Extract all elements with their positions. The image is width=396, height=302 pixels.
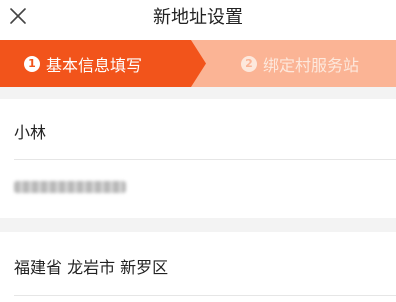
page-title: 新地址设置 xyxy=(153,7,243,28)
step-label: 基本信息填写 xyxy=(46,55,143,75)
divider xyxy=(14,295,396,296)
phone-value-redacted xyxy=(14,181,126,193)
step-progress-bar: 1 基本信息填写 2 绑定村服务站 xyxy=(0,40,396,87)
step-label: 绑定村服务站 xyxy=(263,55,360,75)
step-basic-info: 1 基本信息填写 xyxy=(24,40,142,87)
region-selector[interactable]: 福建省 龙岩市 新罗区 xyxy=(0,232,396,302)
name-value: 小林 xyxy=(14,123,47,142)
step-number-badge: 1 xyxy=(24,55,40,72)
step-number-badge: 2 xyxy=(241,55,257,72)
section-gap xyxy=(0,87,396,99)
top-bar: 新地址设置 xyxy=(0,0,396,40)
name-field[interactable]: 小林 xyxy=(0,99,396,159)
step-bind-service-station: 2 绑定村服务站 xyxy=(241,40,359,87)
region-value: 福建省 龙岩市 新罗区 xyxy=(14,258,169,277)
section-gap xyxy=(0,218,396,232)
